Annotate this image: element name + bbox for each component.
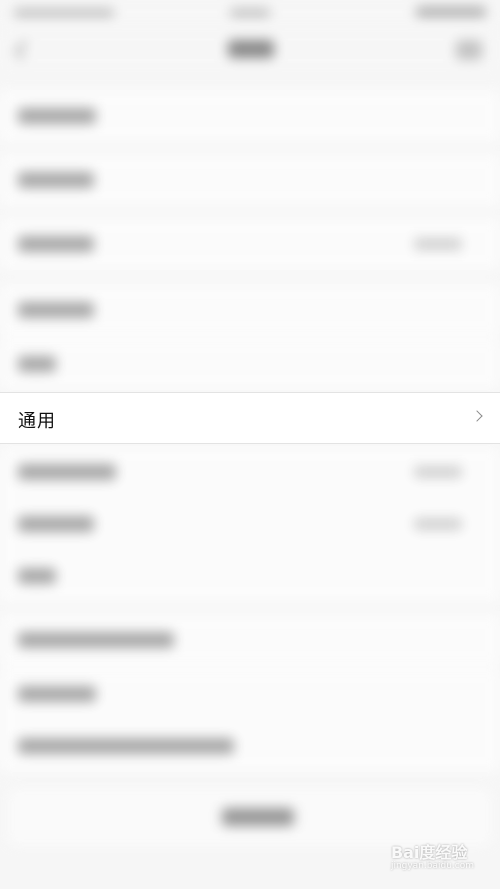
settings-row[interactable]	[0, 284, 500, 336]
settings-row[interactable]	[0, 614, 500, 666]
settings-row-general[interactable]: 通用	[0, 392, 500, 444]
page-title	[228, 40, 274, 58]
status-bar	[0, 0, 500, 28]
settings-row[interactable]	[0, 720, 500, 772]
chevron-right-icon	[471, 410, 483, 422]
navigation-bar	[0, 28, 500, 72]
settings-row[interactable]	[0, 550, 500, 602]
settings-row[interactable]	[0, 446, 500, 498]
watermark-domain: jingyan.baidu.com	[390, 861, 474, 871]
settings-row[interactable]	[0, 668, 500, 720]
battery-icon	[416, 6, 486, 18]
settings-row[interactable]	[0, 498, 500, 550]
back-arrow-icon[interactable]	[14, 40, 34, 60]
more-icon[interactable]	[456, 40, 482, 60]
carrier-signal	[14, 8, 114, 18]
settings-row[interactable]	[0, 154, 500, 206]
settings-row[interactable]	[0, 90, 500, 142]
clock	[230, 8, 270, 18]
bottom-action-button[interactable]	[8, 788, 492, 846]
general-label: 通用	[18, 411, 56, 432]
settings-row[interactable]	[0, 338, 500, 390]
baidu-jingyan-watermark: Bai度经验 jingyan.baidu.com	[391, 839, 474, 871]
watermark-brand: Bai度经验	[390, 843, 468, 862]
settings-row[interactable]	[0, 218, 500, 270]
